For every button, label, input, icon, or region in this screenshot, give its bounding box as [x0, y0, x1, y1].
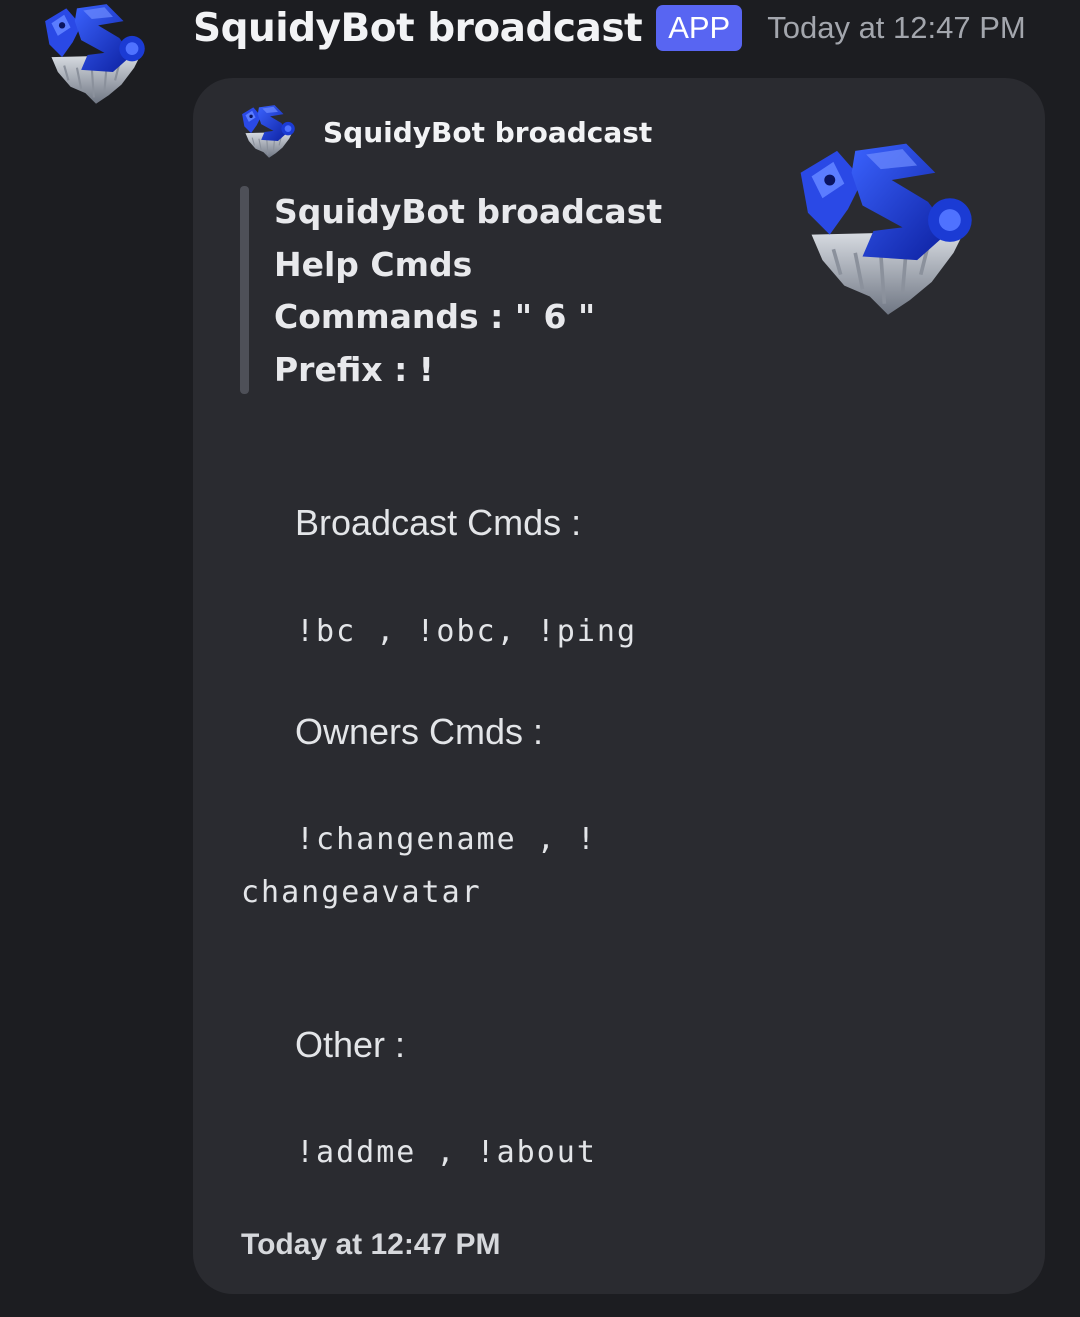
quote-line: Help Cmds — [274, 244, 473, 284]
squidybot-avatar-icon — [241, 104, 297, 160]
quote-line: SquidyBot broadcast — [274, 192, 663, 231]
bot-avatar[interactable] — [42, 2, 150, 108]
embed-card: SquidyBot broadcast SquidyBot broadcast … — [193, 78, 1045, 1294]
inline-code: !addme , !about — [296, 1135, 597, 1170]
squidybot-avatar-icon — [42, 2, 150, 108]
embed-footer-timestamp: Today at 12:47 PM — [241, 1228, 501, 1261]
message-header: SquidyBot broadcast APP Today at 12:47 P… — [193, 0, 1026, 56]
embed-thumbnail[interactable] — [797, 136, 979, 326]
embed-author-name[interactable]: SquidyBot broadcast — [323, 116, 652, 149]
app-badge: APP — [656, 5, 743, 51]
message-timestamp[interactable]: Today at 12:47 PM — [767, 10, 1026, 46]
author-name[interactable]: SquidyBot broadcast — [193, 6, 643, 51]
quote-line: Commands : " 6 " — [274, 297, 596, 336]
inline-code: changeavatar — [241, 875, 482, 910]
embed-author: SquidyBot broadcast — [241, 104, 652, 160]
blockquote-bar — [240, 186, 249, 394]
section-heading: Other : — [295, 1024, 406, 1065]
inline-code: !bc , !obc, !ping — [296, 614, 638, 649]
section-heading: Owners Cmds : — [295, 711, 544, 752]
inline-code: !changename , ! — [296, 822, 597, 857]
embed-description-quote: SquidyBot broadcast Help Cmds Commands :… — [274, 186, 662, 396]
section-heading: Broadcast Cmds : — [295, 502, 582, 543]
quote-line: Prefix : ! — [274, 349, 434, 389]
